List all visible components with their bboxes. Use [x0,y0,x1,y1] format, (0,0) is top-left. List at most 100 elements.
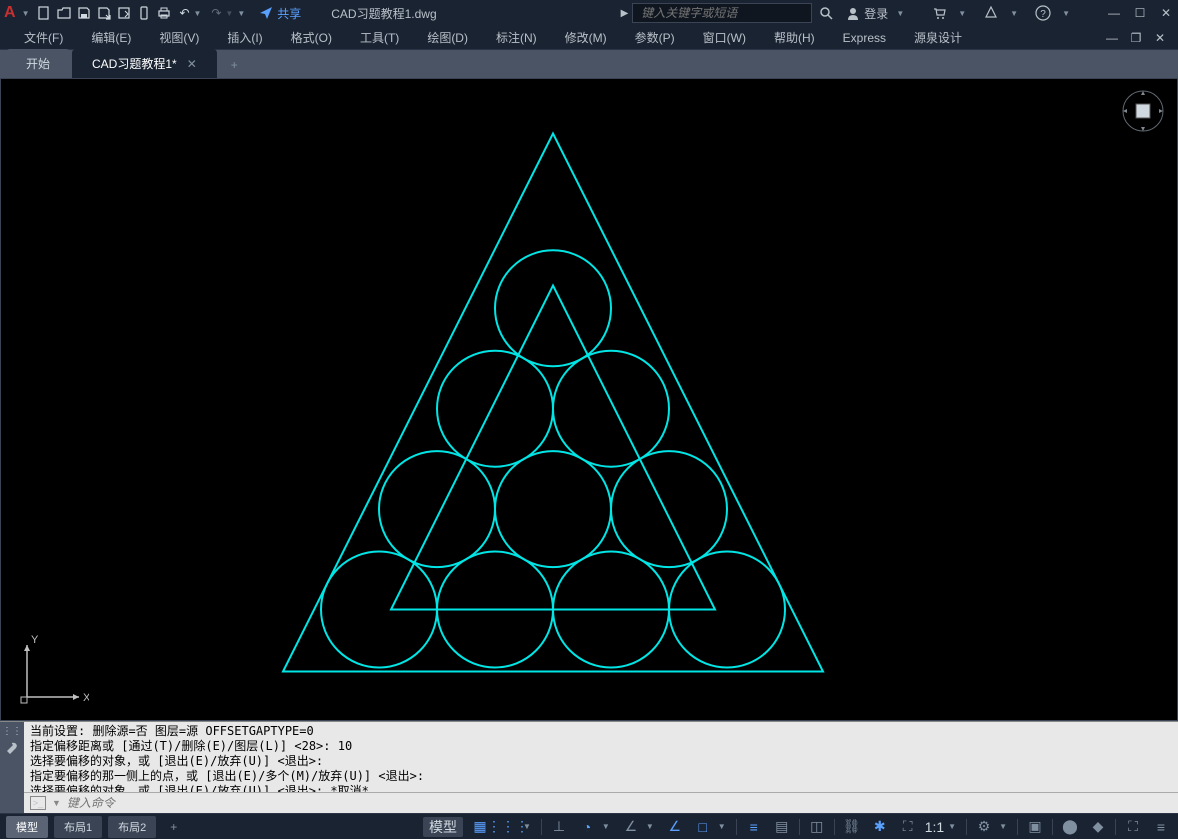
menu-window[interactable]: 窗口(W) [689,25,760,50]
osnap-dropdown-icon[interactable]: ▼ [718,822,726,831]
menu-dimension[interactable]: 标注(N) [482,25,551,50]
mdi-restore-icon[interactable]: ❐ [1128,30,1144,46]
layout-tab-model[interactable]: 模型 [6,816,48,838]
app-logo-icon: A [4,4,16,22]
document-tabbar: 开始 CAD习题教程1* ✕ + [0,50,1178,78]
command-input[interactable] [67,796,1172,810]
history-arrow-icon[interactable]: ▼ [52,798,61,808]
cart-dropdown-icon[interactable]: ▼ [958,9,966,18]
mdi-minimize-icon[interactable]: — [1104,30,1120,46]
new-icon[interactable] [35,4,53,22]
search-input[interactable] [632,3,812,23]
wrench-icon[interactable] [5,741,19,755]
layout-tab-2[interactable]: 布局2 [108,816,156,838]
ortho-icon[interactable]: ⊥ [548,817,570,837]
web-icon[interactable] [115,4,133,22]
app-dropdown-icon[interactable]: ▼ [1010,9,1018,18]
menubar: 文件(F) 编辑(E) 视图(V) 插入(I) 格式(O) 工具(T) 绘图(D… [0,26,1178,50]
undo-dropdown-icon[interactable]: ▼ [193,9,201,18]
save-icon[interactable] [75,4,93,22]
command-handle[interactable]: ⋮⋮ [0,722,24,813]
svg-text:X: X [83,692,89,704]
cart-icon[interactable] [930,4,948,22]
selection-cycle-icon[interactable]: ◫ [806,817,828,837]
user-area[interactable]: 登录 ▼ [846,5,908,22]
annotation-scale-icon[interactable]: ⛓ [841,817,863,837]
iso-icon[interactable]: ∠ [620,817,642,837]
osnap-icon[interactable]: □ [692,817,714,837]
tab-active-label: CAD习题教程1* [92,55,177,72]
tab-start[interactable]: 开始 [6,49,70,78]
workspace-dropdown-icon[interactable]: ▼ [999,822,1007,831]
redo-icon[interactable]: ↷ [207,4,225,22]
saveas-icon[interactable] [95,4,113,22]
menu-help[interactable]: 帮助(H) [760,25,829,50]
mdi-close-icon[interactable]: ✕ [1152,30,1168,46]
layout-tab-1[interactable]: 布局1 [54,816,102,838]
titlebar: A ▼ ↶ ▼ ↷ ▼ ▼ 共享 CAD习题教程1.dwg ▶ 登录 ▼ ▼ ▼… [0,0,1178,26]
menu-insert[interactable]: 插入(I) [213,25,276,50]
maximize-icon[interactable]: ☐ [1132,5,1148,21]
layout-add-button[interactable]: + [162,817,185,837]
share-button[interactable]: 共享 [251,5,309,22]
menu-yuanquan[interactable]: 源泉设计 [900,25,976,50]
app-icon[interactable] [982,4,1000,22]
command-history[interactable]: 当前设置: 删除源=否 图层=源 OFFSETGAPTYPE=0 指定偏移距离或… [24,722,1178,792]
qat-customize-icon[interactable]: ▼ [237,9,245,18]
cmd-line: 当前设置: 删除源=否 图层=源 OFFSETGAPTYPE=0 [30,724,1172,739]
print-icon[interactable] [155,4,173,22]
polar-icon[interactable]: ◔ [576,817,598,837]
menu-edit[interactable]: 编辑(E) [77,25,145,50]
tab-active-document[interactable]: CAD习题教程1* ✕ [72,49,217,78]
tab-add-button[interactable]: + [219,52,250,78]
undo-icon[interactable]: ↶ [175,4,193,22]
polar-dropdown-icon[interactable]: ▼ [602,822,610,831]
hardware-accel-icon[interactable]: ⬤ [1059,817,1081,837]
snap-dropdown-icon[interactable]: ▼ [523,822,531,831]
open-icon[interactable] [55,4,73,22]
menu-draw[interactable]: 绘图(D) [413,25,482,50]
monitor-icon[interactable]: ▣ [1024,817,1046,837]
command-window: ⋮⋮ 当前设置: 删除源=否 图层=源 OFFSETGAPTYPE=0 指定偏移… [0,721,1178,813]
tab-start-label: 开始 [26,55,50,72]
menu-file[interactable]: 文件(F) [10,25,77,50]
search-arrow-icon[interactable]: ▶ [621,8,629,19]
customize-icon[interactable]: ≡ [1150,817,1172,837]
transparency-icon[interactable]: ▤ [771,817,793,837]
menu-tools[interactable]: 工具(T) [346,25,413,50]
scale-label[interactable]: 1:1 [925,817,944,837]
search-icon[interactable] [816,3,836,23]
command-prompt-icon[interactable]: >_ [30,796,46,810]
minimize-icon[interactable]: — [1106,5,1122,21]
help-icon[interactable]: ? [1034,4,1052,22]
model-space-button[interactable]: 模型 [423,817,463,837]
mobile-icon[interactable] [135,4,153,22]
menu-modify[interactable]: 修改(M) [551,25,621,50]
isolate-icon[interactable]: ◆ [1087,817,1109,837]
help-dropdown-icon[interactable]: ▼ [1062,9,1070,18]
clean-screen-icon[interactable]: ⛶ [1122,817,1144,837]
menu-express[interactable]: Express [829,27,900,49]
workspace-icon[interactable]: ⚙ [973,817,995,837]
svg-text:?: ? [1040,9,1046,20]
lineweight-icon[interactable]: ≡ [743,817,765,837]
scale-dropdown-icon[interactable]: ▼ [948,822,956,831]
logo-dropdown-icon[interactable]: ▼ [22,9,30,18]
close-icon[interactable]: ✕ [1158,5,1174,21]
login-label: 登录 [864,5,888,22]
user-dropdown-icon: ▼ [896,9,904,18]
window-controls: — ☐ ✕ [1106,5,1174,21]
share-label: 共享 [277,5,301,22]
snap-icon[interactable]: ⋮⋮⋮ [497,817,519,837]
iso-dropdown-icon[interactable]: ▼ [646,822,654,831]
viewcube[interactable] [1121,89,1165,133]
menu-parametric[interactable]: 参数(P) [621,25,689,50]
drawing-canvas[interactable]: X Y [0,78,1178,721]
annotation-visibility-icon[interactable]: ✱ [869,817,891,837]
menu-format[interactable]: 格式(O) [277,25,346,50]
osnap-track-icon[interactable]: ∠ [664,817,686,837]
tab-close-icon[interactable]: ✕ [187,57,197,71]
menu-view[interactable]: 视图(V) [145,25,213,50]
annotation-auto-icon[interactable]: ⛶ [897,817,919,837]
redo-dropdown-icon[interactable]: ▼ [225,9,233,18]
